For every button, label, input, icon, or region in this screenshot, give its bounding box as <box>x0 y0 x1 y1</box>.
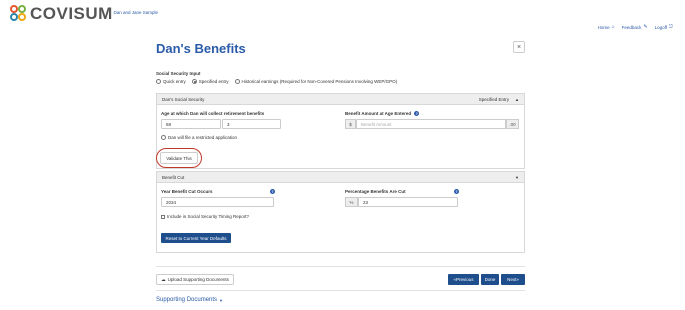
radio-label: Specified entry <box>198 79 229 84</box>
breadcrumb-client-link[interactable]: Dan and Jane Sample <box>114 10 159 15</box>
timing-report-checkbox[interactable]: Include in Social Security Timing Report… <box>161 214 249 219</box>
cut-year-value: 2034 <box>166 199 177 205</box>
upload-documents-button[interactable]: ☁ Upload Supporting Documents <box>156 274 234 285</box>
ss-input-label: Social Security Input <box>156 71 201 76</box>
comment-icon: ✎ <box>643 24 648 30</box>
ss-input-radio-group: Quick entry Specified entry Historical e… <box>156 79 397 84</box>
restricted-application-label: Dan will file a restricted application <box>168 135 238 140</box>
page-title: Dan's Benefits <box>156 41 246 56</box>
cut-year-label-text: Year Benefit Cut Occurs <box>161 189 213 194</box>
caret-down-icon: ▼ <box>219 297 224 303</box>
cut-percentage-input[interactable]: 23 <box>358 197 458 207</box>
radio-dot-icon <box>156 79 161 84</box>
radio-dot-icon <box>234 79 240 84</box>
logoff-label: Logoff <box>654 24 668 30</box>
currency-addon: $ <box>345 119 356 129</box>
next-label: Next <box>507 277 517 282</box>
close-icon: × <box>516 43 522 51</box>
cents-value: .00 <box>509 121 516 127</box>
logo-text: COVISUM <box>30 4 113 23</box>
benefit-cut-header[interactable]: Benefit Cut ▼ <box>157 172 524 183</box>
done-button[interactable]: Done <box>481 274 499 285</box>
cut-percentage-label-text: Percentage Benefits Are Cut <box>345 189 406 194</box>
dan-social-security-panel: Dan's Social Security Specified Entry ▲ <box>156 93 525 169</box>
percent-addon: % <box>345 197 358 207</box>
cents-addon: .00 <box>506 119 519 129</box>
caret-down-icon[interactable]: ▼ <box>515 175 519 180</box>
help-icon[interactable]: ? <box>454 189 459 194</box>
close-button[interactable]: × <box>513 41 525 53</box>
radio-dot-icon <box>161 135 166 140</box>
upload-documents-label: Upload Supporting Documents <box>167 277 229 282</box>
next-icon: » <box>516 277 519 282</box>
radio-historical-earnings[interactable]: Historical earnings (Required for Non-Co… <box>234 79 398 84</box>
divider <box>156 290 525 291</box>
collect-age-years-input[interactable]: 68 <box>161 119 221 129</box>
feedback-label: Feedback <box>621 24 642 30</box>
radio-quick-entry[interactable]: Quick entry <box>156 79 186 84</box>
cut-percentage-label: Percentage Benefits Are Cut <box>345 189 406 194</box>
top-nav: Home ⌂ Feedback ✎ Logoff ⎋ <box>598 24 673 30</box>
restricted-application-checkbox[interactable]: Dan will file a restricted application <box>161 135 237 140</box>
collect-age-months-input[interactable]: 3 <box>222 119 281 129</box>
help-icon[interactable]: ? <box>414 111 420 116</box>
collect-age-label: Age at which Dan will collect retirement… <box>161 111 264 116</box>
entry-mode-label: Specified Entry <box>478 96 510 102</box>
cloud-upload-icon: ☁ <box>161 276 166 282</box>
done-label: Done <box>484 277 496 282</box>
benefit-cut-title: Benefit Cut <box>162 174 185 180</box>
previous-label: Previous <box>456 277 474 282</box>
cut-percentage-value: 23 <box>363 199 369 205</box>
radio-label: Quick entry <box>163 79 186 84</box>
validate-button[interactable]: Validate This <box>160 152 198 164</box>
currency-symbol: $ <box>349 121 352 127</box>
dan-panel-title: Dan's Social Security <box>162 96 205 102</box>
checkbox-icon <box>161 214 165 219</box>
previous-button[interactable]: « Previous <box>448 274 479 285</box>
breadcrumb: › Dan and Jane Sample <box>110 10 158 15</box>
covisum-logo[interactable]: COVISUM <box>10 4 113 24</box>
divider <box>156 266 525 267</box>
benefit-amount-input[interactable]: Benefit Amount <box>356 119 506 129</box>
benefit-amount-label: Benefit Amount at Age Entered ? <box>345 111 420 116</box>
chevron-right-icon: › <box>110 10 112 15</box>
home-icon: ⌂ <box>611 24 615 30</box>
validate-button-label: Validate This <box>166 155 192 161</box>
radio-dot-selected-icon <box>191 79 197 84</box>
next-button[interactable]: Next » <box>501 274 525 285</box>
home-label: Home <box>597 24 610 30</box>
dan-panel-header[interactable]: Dan's Social Security Specified Entry ▲ <box>157 94 524 105</box>
radio-specified-entry[interactable]: Specified entry <box>191 79 229 84</box>
benefit-amount-label-text: Benefit Amount at Age Entered <box>345 111 412 116</box>
age-months-value: 3 <box>227 121 230 127</box>
reset-defaults-label: Reset to Current Year Defaults <box>165 235 227 241</box>
home-link[interactable]: Home ⌂ <box>598 24 615 30</box>
percent-symbol: % <box>349 199 354 205</box>
caret-up-icon[interactable]: ▲ <box>515 97 519 102</box>
supporting-documents-toggle[interactable]: Supporting Documents ▼ <box>156 297 223 303</box>
age-years-value: 68 <box>166 121 172 127</box>
radio-label: Historical earnings (Required for Non-Co… <box>241 79 398 84</box>
collect-age-label-text: Age at which Dan will collect retirement… <box>161 111 265 116</box>
supporting-documents-label: Supporting Documents <box>156 297 218 303</box>
logoff-link[interactable]: Logoff ⎋ <box>655 24 673 30</box>
cut-year-input[interactable]: 2034 <box>161 197 274 207</box>
feedback-link[interactable]: Feedback ✎ <box>622 24 648 30</box>
cut-year-label: Year Benefit Cut Occurs <box>161 189 213 194</box>
logoff-icon: ⎋ <box>669 24 673 30</box>
timing-report-label: Include in Social Security Timing Report… <box>167 214 250 219</box>
help-icon[interactable]: ? <box>270 189 275 194</box>
logo-mark-icon <box>10 5 28 23</box>
reset-defaults-button[interactable]: Reset to Current Year Defaults <box>161 233 231 243</box>
benefit-amount-placeholder: Benefit Amount <box>361 121 392 127</box>
